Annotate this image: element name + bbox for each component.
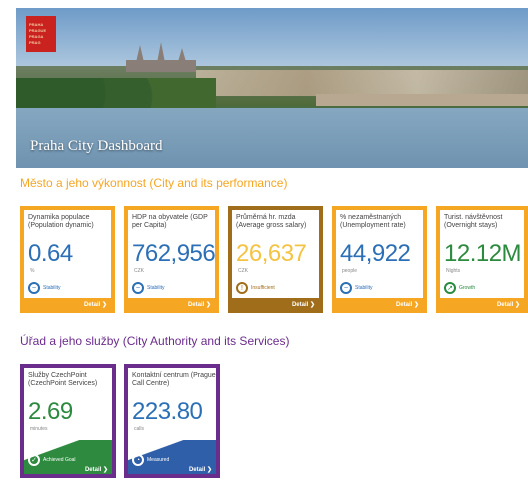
kpi-card-unemployment[interactable]: % nezaměstnaných (Unemployment rate) 44,… xyxy=(332,206,427,313)
detail-link[interactable]: Detail ❯ xyxy=(188,301,211,308)
warning-icon: ! xyxy=(236,282,248,294)
gauge-icon: ◔ xyxy=(132,454,144,466)
kpi-unit: people xyxy=(342,268,358,274)
kpi-status: ~ Stability xyxy=(132,282,165,294)
kpi-card-overnight-stays[interactable]: Turist. návštěvnost (Overnight stays) 12… xyxy=(436,206,528,313)
kpi-label: % nezaměstnaných (Unemployment rate) xyxy=(340,214,406,229)
kpi-card-population[interactable]: Dynamika populace (Population dynamic) 0… xyxy=(20,206,115,313)
kpi-status-label: Insufficient xyxy=(251,285,275,291)
kpi-card-salary[interactable]: Průměrná hr. mzda (Average gross salary)… xyxy=(228,206,323,313)
page-title: Praha City Dashboard xyxy=(30,138,163,154)
detail-link[interactable]: Detail ❯ xyxy=(84,301,107,308)
kpi-status: ~ Stability xyxy=(28,282,61,294)
kpi-status: ~ Stability xyxy=(340,282,373,294)
detail-link[interactable]: Detail ❯ xyxy=(85,466,108,473)
kpi-label: Průměrná hr. mzda (Average gross salary) xyxy=(236,214,307,229)
kpi-label: Kontaktní centrum (Prague Call Centre) xyxy=(132,372,216,387)
detail-link[interactable]: Detail ❯ xyxy=(396,301,419,308)
kpi-label: Služby CzechPoint (CzechPoint Services) xyxy=(28,372,98,387)
kpi-value: 12.12M xyxy=(444,240,522,267)
kpi-status-label: Stability xyxy=(355,285,373,291)
kpi-label: Turist. návštěvnost (Overnight stays) xyxy=(444,214,503,229)
kpi-card-gdp[interactable]: HDP na obyvatele (GDP per Capita) 762,95… xyxy=(124,206,219,313)
kpi-status-label: Measured xyxy=(147,457,170,463)
detail-link[interactable]: Detail ❯ xyxy=(292,301,315,308)
kpi-unit: % xyxy=(30,268,35,274)
kpi-status-label: Growth xyxy=(459,285,476,291)
detail-link[interactable]: Detail ❯ xyxy=(497,301,520,308)
kpi-value: 2.69 xyxy=(28,398,73,425)
kpi-status: ✓ Achieved Goal xyxy=(28,454,76,466)
growth-icon: ↗ xyxy=(444,282,456,294)
charles-bridge-image xyxy=(316,94,528,106)
kpi-unit: Nights xyxy=(446,268,461,274)
praha-logo[interactable]: PRAHA PRAGUE PRAGA PRAG xyxy=(26,16,56,52)
kpi-value: 26,637 xyxy=(236,240,307,267)
kpi-status: ! Insufficient xyxy=(236,282,275,294)
kpi-status: ↗ Growth xyxy=(444,282,475,294)
kpi-label: HDP na obyvatele (GDP per Capita) xyxy=(132,214,208,229)
kpi-status-label: Stability xyxy=(147,285,165,291)
stability-icon: ~ xyxy=(132,282,144,294)
kpi-value: 223.80 xyxy=(132,398,203,425)
kpi-status-label: Achieved Goal xyxy=(43,457,76,463)
section-title-authority: Úřad a jeho služby (City Authority and i… xyxy=(20,334,290,348)
logo-line: PRAG xyxy=(29,40,41,45)
kpi-unit: minutes xyxy=(30,426,48,432)
kpi-card-call-centre[interactable]: Kontaktní centrum (Prague Call Centre) 2… xyxy=(124,364,220,478)
kpi-unit: CZK xyxy=(238,268,248,274)
kpi-value: 0.64 xyxy=(28,240,73,267)
kpi-status: ◔ Measured xyxy=(132,454,169,466)
stability-icon: ~ xyxy=(28,282,40,294)
kpi-unit: CZK xyxy=(134,268,144,274)
detail-link[interactable]: Detail ❯ xyxy=(189,466,212,473)
kpi-label: Dynamika populace (Population dynamic) xyxy=(28,214,94,229)
hero-banner: PRAHA PRAGUE PRAGA PRAG Praha City Dashb… xyxy=(16,8,528,168)
check-icon: ✓ xyxy=(28,454,40,466)
stability-icon: ~ xyxy=(340,282,352,294)
kpi-value: 762,956 xyxy=(132,240,216,267)
hero-city xyxy=(196,70,528,96)
kpi-card-czechpoint[interactable]: Služby CzechPoint (CzechPoint Services) … xyxy=(20,364,116,478)
kpi-value: 44,922 xyxy=(340,240,411,267)
section-title-performance: Město a jeho výkonnost (City and its per… xyxy=(20,176,288,190)
kpi-unit: calls xyxy=(134,426,145,432)
kpi-status-label: Stability xyxy=(43,285,61,291)
